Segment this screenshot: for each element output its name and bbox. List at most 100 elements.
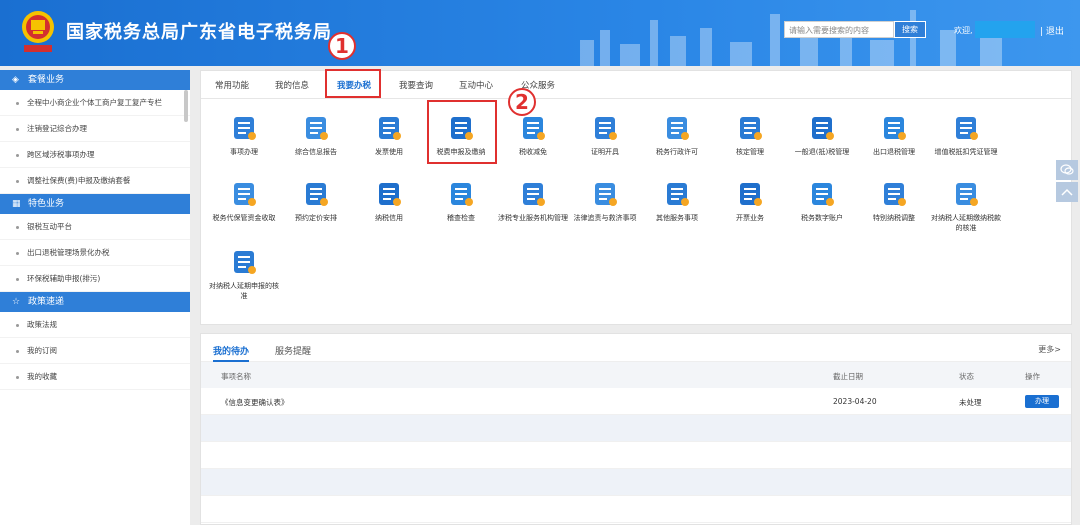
service-appointment[interactable]: 预约定价安排: [281, 179, 351, 223]
service-digital-account[interactable]: 税务数字账户: [787, 179, 857, 223]
service-label: 对纳税人延期缴纳税款的核准: [931, 214, 1001, 232]
tab-interaction-center[interactable]: 互动中心: [459, 79, 493, 91]
service-label: 增值税抵扣凭证管理: [934, 148, 998, 156]
service-document[interactable]: 综合信息报告: [281, 113, 351, 157]
service-label: 稽查检查: [447, 214, 475, 222]
service-label: 一般退(抵)税管理: [794, 148, 850, 156]
sidebar-item[interactable]: 环保税辅助申报(排污): [0, 266, 190, 292]
inspect-icon: [446, 179, 476, 209]
service-label: 法律追责与救济事项: [573, 214, 637, 222]
service-invoice[interactable]: 发票使用: [354, 113, 424, 157]
sidebar-item[interactable]: 全程中小商企业个体工商户复工复产专栏: [0, 90, 190, 116]
money-bag-icon: [229, 179, 259, 209]
tab-query[interactable]: 我要查询: [399, 79, 433, 91]
coins-icon: [518, 113, 548, 143]
service-export-refund[interactable]: 出口退税管理: [859, 113, 929, 157]
service-label: 事项办理: [230, 148, 258, 156]
service-credit[interactable]: 纳税信用: [354, 179, 424, 223]
column-header: 操作: [1025, 372, 1040, 381]
service-deferral[interactable]: 对纳税人延期缴纳税款的核准: [931, 179, 1001, 233]
service-inspect[interactable]: 稽查检查: [426, 179, 496, 223]
search-button[interactable]: 搜索: [894, 21, 926, 38]
sidebar-section-packages[interactable]: ◈ 套餐业务: [0, 70, 190, 90]
service-label: 税务代保管资金收取: [212, 214, 276, 222]
bullet-icon: [16, 127, 19, 131]
floating-buttons: [1056, 160, 1078, 204]
service-label: 涉税专业服务机构管理: [498, 214, 568, 222]
service-gavel[interactable]: 法律追责与救济事项: [570, 179, 640, 223]
table-row-empty: [201, 496, 1071, 523]
column-header: 截止日期: [833, 372, 863, 381]
sidebar-item[interactable]: 我的订阅: [0, 338, 190, 364]
deferral-declare-icon: [229, 247, 259, 277]
sidebar-item[interactable]: 跨区域涉税事项办理: [0, 142, 190, 168]
step-1-marker: 1: [328, 32, 356, 60]
chat-icon[interactable]: [1056, 160, 1078, 180]
table-row-empty: [201, 415, 1071, 442]
service-other-services[interactable]: 其他服务事项: [642, 179, 712, 223]
service-license[interactable]: 税务行政许可: [642, 113, 712, 157]
service-pen[interactable]: 事项办理: [209, 113, 279, 157]
service-agency[interactable]: 涉税专业服务机构管理: [498, 179, 568, 223]
sidebar-scrollbar[interactable]: [184, 90, 188, 122]
item-deadline: 2023-04-20: [833, 397, 877, 406]
service-label: 预约定价安排: [295, 214, 337, 222]
bullet-icon: [16, 101, 19, 105]
service-label: 出口退税管理: [873, 148, 915, 156]
item-status: 未处理: [959, 398, 982, 407]
tab-service-reminder[interactable]: 服务提醒: [275, 344, 311, 357]
service-certificate[interactable]: 证明开具: [570, 113, 640, 157]
agency-icon: [518, 179, 548, 209]
process-button[interactable]: 办理: [1025, 395, 1059, 408]
service-deferral-declare[interactable]: 对纳税人延期申报的核准: [209, 247, 279, 301]
logout-link[interactable]: | 退出: [1040, 24, 1064, 37]
service-label: 发票使用: [375, 148, 403, 156]
service-invoicing[interactable]: 开票业务: [715, 179, 785, 223]
back-to-top-icon[interactable]: [1056, 182, 1078, 202]
document-icon: [301, 113, 331, 143]
pen-icon: [229, 113, 259, 143]
more-link[interactable]: 更多>: [1038, 344, 1061, 355]
sidebar-item[interactable]: 政策法规: [0, 312, 190, 338]
tab-my-info[interactable]: 我的信息: [275, 79, 309, 91]
service-coins[interactable]: 税收减免: [498, 113, 568, 157]
service-refund[interactable]: 一般退(抵)税管理: [787, 113, 857, 157]
certificate-icon: [590, 113, 620, 143]
service-label: 税务数字账户: [801, 214, 843, 222]
highlight-box-tab: [325, 69, 381, 98]
service-label: 核定管理: [736, 148, 764, 156]
star-icon: ☆: [12, 297, 21, 307]
item-name: 《信息变更确认表》: [221, 398, 289, 407]
service-label: 税务行政许可: [656, 148, 698, 156]
tab-common-functions[interactable]: 常用功能: [215, 79, 249, 91]
service-user-gear[interactable]: 核定管理: [715, 113, 785, 157]
license-icon: [662, 113, 692, 143]
table-row[interactable]: 《信息变更确认表》 2023-04-20 未处理 办理: [201, 388, 1071, 415]
sidebar-item[interactable]: 调整社保费(费)申报及缴纳套餐: [0, 168, 190, 194]
highlight-box-service: [427, 100, 497, 164]
digital-account-icon: [807, 179, 837, 209]
adjust-icon: [879, 179, 909, 209]
service-label: 其他服务事项: [656, 214, 698, 222]
welcome-text: 欢迎,: [954, 26, 973, 35]
sidebar-item[interactable]: 我的收藏: [0, 364, 190, 390]
bullet-icon: [16, 323, 19, 327]
invoice-icon: [374, 113, 404, 143]
sidebar-item[interactable]: 出口退税管理场景化办税: [0, 240, 190, 266]
user-gear-icon: [735, 113, 765, 143]
sidebar-section-policy[interactable]: ☆ 政策速递: [0, 292, 190, 312]
site-title: 国家税务总局广东省电子税务局: [66, 22, 332, 43]
sidebar-section-featured[interactable]: ▦ 特色业务: [0, 194, 190, 214]
sidebar-item[interactable]: 银税互动平台: [0, 214, 190, 240]
bullet-icon: [16, 225, 19, 229]
service-voucher[interactable]: 增值税抵扣凭证管理: [931, 113, 1001, 157]
service-adjust[interactable]: 特别纳税调整: [859, 179, 929, 223]
refund-icon: [807, 113, 837, 143]
search-input[interactable]: 请输入需要搜索的内容: [784, 21, 894, 38]
table-row-empty: [201, 442, 1071, 469]
sidebar-item[interactable]: 注销登记综合办理: [0, 116, 190, 142]
tab-my-todo[interactable]: 我的待办: [213, 344, 249, 357]
service-money-bag[interactable]: 税务代保管资金收取: [209, 179, 279, 223]
tax-bureau-emblem-logo: [22, 11, 54, 52]
bullet-icon: [16, 179, 19, 183]
